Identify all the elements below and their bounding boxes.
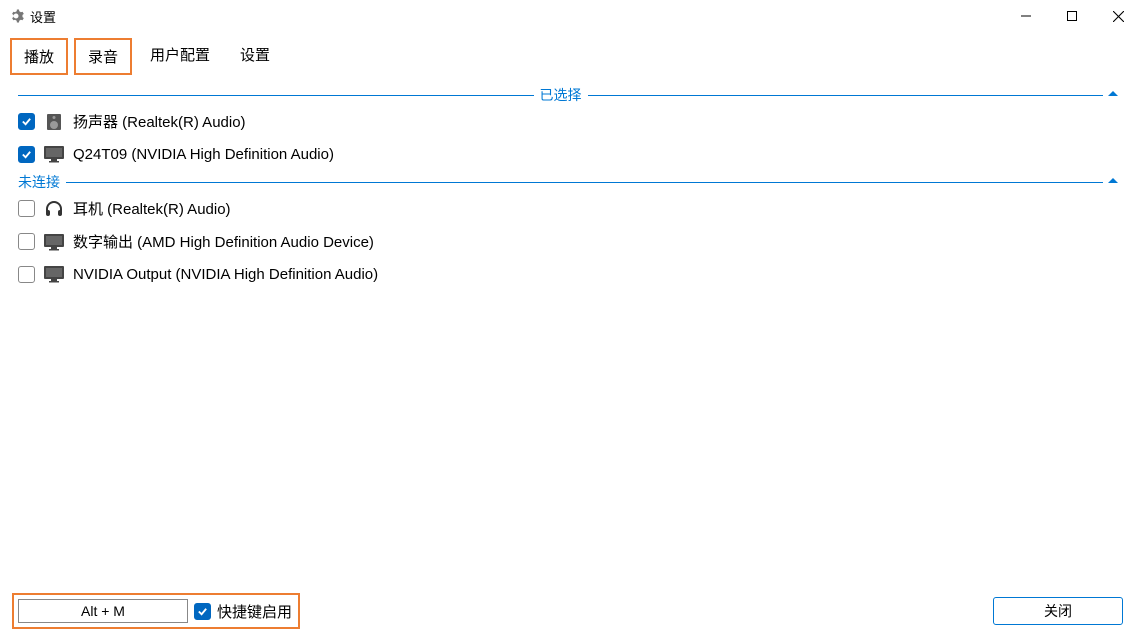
device-row[interactable]: 扬声器 (Realtek(R) Audio) bbox=[18, 105, 1123, 138]
bottom-bar: 快捷键启用 关闭 bbox=[0, 583, 1141, 643]
minimize-button[interactable] bbox=[1003, 0, 1049, 32]
device-checkbox[interactable] bbox=[18, 200, 35, 217]
monitor-icon bbox=[43, 264, 65, 284]
device-label: Q24T09 (NVIDIA High Definition Audio) bbox=[73, 146, 334, 163]
device-row[interactable]: NVIDIA Output (NVIDIA High Definition Au… bbox=[18, 258, 1123, 290]
tab-recording[interactable]: 录音 bbox=[74, 38, 132, 75]
device-label: NVIDIA Output (NVIDIA High Definition Au… bbox=[73, 266, 378, 283]
device-checkbox[interactable] bbox=[18, 266, 35, 283]
tab-bar: 播放 录音 用户配置 设置 bbox=[0, 32, 1141, 75]
window-controls bbox=[1003, 0, 1141, 32]
tab-settings[interactable]: 设置 bbox=[228, 38, 282, 75]
window-title: 设置 bbox=[30, 7, 56, 26]
device-row[interactable]: 数字输出 (AMD High Definition Audio Device) bbox=[18, 225, 1123, 258]
maximize-button[interactable] bbox=[1049, 0, 1095, 32]
close-window-button[interactable] bbox=[1095, 0, 1141, 32]
section-not-connected-label: 未连接 bbox=[18, 172, 66, 192]
tab-user-config[interactable]: 用户配置 bbox=[138, 38, 222, 75]
section-selected-label: 已选择 bbox=[534, 85, 588, 105]
titlebar: 设置 bbox=[0, 0, 1141, 32]
close-button[interactable]: 关闭 bbox=[993, 597, 1123, 625]
monitor-icon bbox=[43, 144, 65, 164]
gear-icon bbox=[8, 8, 24, 24]
device-checkbox[interactable] bbox=[18, 146, 35, 163]
speaker-icon bbox=[43, 112, 65, 132]
chevron-up-icon[interactable] bbox=[1103, 88, 1123, 103]
device-checkbox[interactable] bbox=[18, 113, 35, 130]
hotkey-enable-label: 快捷键启用 bbox=[217, 601, 292, 622]
section-not-connected-header: 未连接 bbox=[18, 172, 1123, 192]
device-label: 数字输出 (AMD High Definition Audio Device) bbox=[73, 231, 374, 252]
monitor-icon bbox=[43, 232, 65, 252]
device-list: 已选择 扬声器 (Realtek(R) Audio) Q24T09 (NVIDI… bbox=[0, 81, 1141, 583]
hotkey-input[interactable] bbox=[18, 599, 188, 623]
section-selected-header: 已选择 bbox=[18, 85, 1123, 105]
hotkey-group: 快捷键启用 bbox=[12, 593, 300, 629]
device-row[interactable]: 耳机 (Realtek(R) Audio) bbox=[18, 192, 1123, 225]
headphones-icon bbox=[43, 199, 65, 219]
chevron-up-icon[interactable] bbox=[1103, 175, 1123, 190]
device-checkbox[interactable] bbox=[18, 233, 35, 250]
tab-playback[interactable]: 播放 bbox=[10, 38, 68, 75]
device-label: 耳机 (Realtek(R) Audio) bbox=[73, 198, 231, 219]
device-row[interactable]: Q24T09 (NVIDIA High Definition Audio) bbox=[18, 138, 1123, 170]
hotkey-enable-checkbox[interactable] bbox=[194, 603, 211, 620]
device-label: 扬声器 (Realtek(R) Audio) bbox=[73, 111, 246, 132]
